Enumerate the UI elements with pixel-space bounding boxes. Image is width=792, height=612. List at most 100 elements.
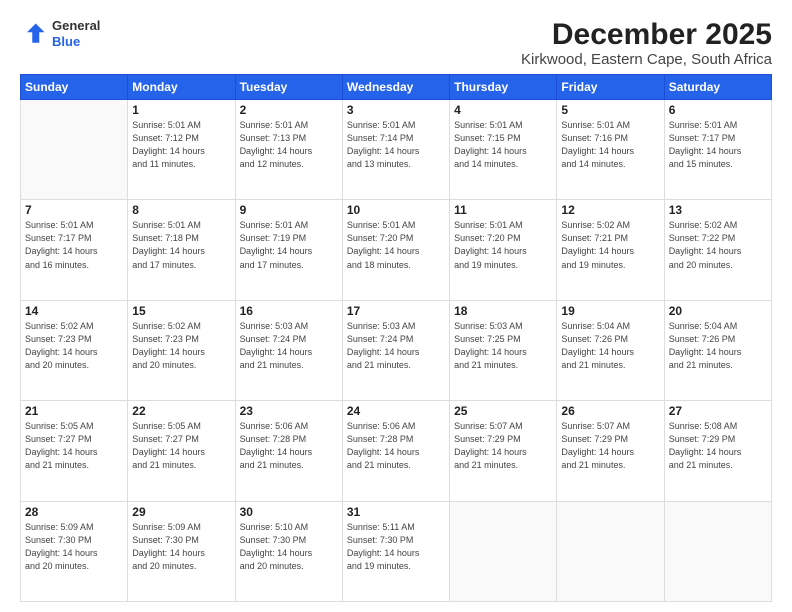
- day-info: Sunrise: 5:01 AM Sunset: 7:19 PM Dayligh…: [240, 219, 338, 271]
- day-number: 28: [25, 505, 123, 519]
- logo-text: General Blue: [52, 18, 100, 49]
- calendar-week-3: 14 Sunrise: 5:02 AM Sunset: 7:23 PM Dayli…: [21, 300, 772, 400]
- calendar-cell: 25 Sunrise: 5:07 AM Sunset: 7:29 PM Dayli…: [450, 401, 557, 501]
- day-info: Sunrise: 5:01 AM Sunset: 7:12 PM Dayligh…: [132, 119, 230, 171]
- calendar-cell: 26 Sunrise: 5:07 AM Sunset: 7:29 PM Dayli…: [557, 401, 664, 501]
- day-number: 18: [454, 304, 552, 318]
- day-info: Sunrise: 5:05 AM Sunset: 7:27 PM Dayligh…: [132, 420, 230, 472]
- day-info: Sunrise: 5:07 AM Sunset: 7:29 PM Dayligh…: [561, 420, 659, 472]
- calendar-cell: 13 Sunrise: 5:02 AM Sunset: 7:22 PM Dayli…: [664, 200, 771, 300]
- day-number: 26: [561, 404, 659, 418]
- logo-blue: Blue: [52, 34, 100, 50]
- calendar-week-2: 7 Sunrise: 5:01 AM Sunset: 7:17 PM Daylig…: [21, 200, 772, 300]
- day-number: 30: [240, 505, 338, 519]
- calendar-header-thursday: Thursday: [450, 75, 557, 100]
- day-number: 12: [561, 203, 659, 217]
- day-number: 31: [347, 505, 445, 519]
- calendar-cell: 21 Sunrise: 5:05 AM Sunset: 7:27 PM Dayli…: [21, 401, 128, 501]
- page-title: December 2025: [521, 18, 772, 51]
- day-info: Sunrise: 5:11 AM Sunset: 7:30 PM Dayligh…: [347, 521, 445, 573]
- page-subtitle: Kirkwood, Eastern Cape, South Africa: [521, 51, 772, 68]
- day-number: 15: [132, 304, 230, 318]
- day-number: 13: [669, 203, 767, 217]
- calendar-week-5: 28 Sunrise: 5:09 AM Sunset: 7:30 PM Dayli…: [21, 501, 772, 601]
- logo: General Blue: [20, 18, 100, 49]
- calendar-cell: 31 Sunrise: 5:11 AM Sunset: 7:30 PM Dayli…: [342, 501, 449, 601]
- day-info: Sunrise: 5:01 AM Sunset: 7:17 PM Dayligh…: [25, 219, 123, 271]
- day-number: 21: [25, 404, 123, 418]
- day-number: 16: [240, 304, 338, 318]
- day-number: 27: [669, 404, 767, 418]
- day-number: 25: [454, 404, 552, 418]
- day-info: Sunrise: 5:10 AM Sunset: 7:30 PM Dayligh…: [240, 521, 338, 573]
- calendar-cell: 27 Sunrise: 5:08 AM Sunset: 7:29 PM Dayli…: [664, 401, 771, 501]
- calendar-cell: [557, 501, 664, 601]
- day-info: Sunrise: 5:01 AM Sunset: 7:20 PM Dayligh…: [454, 219, 552, 271]
- calendar-cell: 4 Sunrise: 5:01 AM Sunset: 7:15 PM Daylig…: [450, 100, 557, 200]
- day-number: 10: [347, 203, 445, 217]
- day-info: Sunrise: 5:01 AM Sunset: 7:13 PM Dayligh…: [240, 119, 338, 171]
- day-number: 17: [347, 304, 445, 318]
- day-number: 3: [347, 103, 445, 117]
- calendar-cell: 14Sunrise: 5:02 AM Sunset: 7:23 PM Dayli…: [21, 300, 128, 400]
- logo-icon: [20, 20, 48, 48]
- day-number: 8: [132, 203, 230, 217]
- day-info: Sunrise: 5:03 AM Sunset: 7:24 PM Dayligh…: [347, 320, 445, 372]
- day-number: 4: [454, 103, 552, 117]
- calendar-cell: 16 Sunrise: 5:03 AM Sunset: 7:24 PM Dayli…: [235, 300, 342, 400]
- day-info: Sunrise: 5:02 AM Sunset: 7:23 PM Dayligh…: [132, 320, 230, 372]
- calendar-cell: 18 Sunrise: 5:03 AM Sunset: 7:25 PM Dayli…: [450, 300, 557, 400]
- day-info: Sunrise: 5:03 AM Sunset: 7:25 PM Dayligh…: [454, 320, 552, 372]
- calendar-cell: 19 Sunrise: 5:04 AM Sunset: 7:26 PM Dayli…: [557, 300, 664, 400]
- day-number: 11: [454, 203, 552, 217]
- calendar-cell: 10Sunrise: 5:01 AM Sunset: 7:20 PM Dayli…: [342, 200, 449, 300]
- day-info: Sunrise: 5:09 AM Sunset: 7:30 PM Dayligh…: [132, 521, 230, 573]
- day-info: Sunrise: 5:03 AM Sunset: 7:24 PM Dayligh…: [240, 320, 338, 372]
- calendar-cell: 30 Sunrise: 5:10 AM Sunset: 7:30 PM Dayli…: [235, 501, 342, 601]
- day-info: Sunrise: 5:08 AM Sunset: 7:29 PM Dayligh…: [669, 420, 767, 472]
- day-info: Sunrise: 5:05 AM Sunset: 7:27 PM Dayligh…: [25, 420, 123, 472]
- day-number: 19: [561, 304, 659, 318]
- calendar-cell: 6Sunrise: 5:01 AM Sunset: 7:17 PM Daylig…: [664, 100, 771, 200]
- day-info: Sunrise: 5:02 AM Sunset: 7:22 PM Dayligh…: [669, 219, 767, 271]
- calendar-cell: 3 Sunrise: 5:01 AM Sunset: 7:14 PM Daylig…: [342, 100, 449, 200]
- calendar-header-row: SundayMondayTuesdayWednesdayThursdayFrid…: [21, 75, 772, 100]
- calendar-header-saturday: Saturday: [664, 75, 771, 100]
- calendar-cell: 20Sunrise: 5:04 AM Sunset: 7:26 PM Dayli…: [664, 300, 771, 400]
- day-info: Sunrise: 5:04 AM Sunset: 7:26 PM Dayligh…: [561, 320, 659, 372]
- calendar-cell: 28Sunrise: 5:09 AM Sunset: 7:30 PM Dayli…: [21, 501, 128, 601]
- calendar-header-friday: Friday: [557, 75, 664, 100]
- day-info: Sunrise: 5:01 AM Sunset: 7:15 PM Dayligh…: [454, 119, 552, 171]
- day-info: Sunrise: 5:01 AM Sunset: 7:14 PM Dayligh…: [347, 119, 445, 171]
- calendar-cell: 15 Sunrise: 5:02 AM Sunset: 7:23 PM Dayli…: [128, 300, 235, 400]
- calendar-cell: 2Sunrise: 5:01 AM Sunset: 7:13 PM Daylig…: [235, 100, 342, 200]
- calendar-cell: 7 Sunrise: 5:01 AM Sunset: 7:17 PM Daylig…: [21, 200, 128, 300]
- day-number: 5: [561, 103, 659, 117]
- day-info: Sunrise: 5:02 AM Sunset: 7:21 PM Dayligh…: [561, 219, 659, 271]
- calendar-cell: 1Sunrise: 5:01 AM Sunset: 7:12 PM Daylig…: [128, 100, 235, 200]
- calendar-week-1: 1Sunrise: 5:01 AM Sunset: 7:12 PM Daylig…: [21, 100, 772, 200]
- calendar-cell: 11 Sunrise: 5:01 AM Sunset: 7:20 PM Dayli…: [450, 200, 557, 300]
- title-block: December 2025 Kirkwood, Eastern Cape, So…: [521, 18, 772, 68]
- calendar-cell: 9 Sunrise: 5:01 AM Sunset: 7:19 PM Daylig…: [235, 200, 342, 300]
- day-number: 14: [25, 304, 123, 318]
- calendar-cell: 5Sunrise: 5:01 AM Sunset: 7:16 PM Daylig…: [557, 100, 664, 200]
- calendar-cell: 24Sunrise: 5:06 AM Sunset: 7:28 PM Dayli…: [342, 401, 449, 501]
- calendar-header-monday: Monday: [128, 75, 235, 100]
- day-info: Sunrise: 5:07 AM Sunset: 7:29 PM Dayligh…: [454, 420, 552, 472]
- calendar-cell: [664, 501, 771, 601]
- calendar-week-4: 21 Sunrise: 5:05 AM Sunset: 7:27 PM Dayli…: [21, 401, 772, 501]
- calendar-cell: 29 Sunrise: 5:09 AM Sunset: 7:30 PM Dayli…: [128, 501, 235, 601]
- day-number: 22: [132, 404, 230, 418]
- day-number: 29: [132, 505, 230, 519]
- day-info: Sunrise: 5:06 AM Sunset: 7:28 PM Dayligh…: [240, 420, 338, 472]
- logo-general: General: [52, 18, 100, 34]
- calendar-cell: [21, 100, 128, 200]
- day-number: 23: [240, 404, 338, 418]
- calendar-header-wednesday: Wednesday: [342, 75, 449, 100]
- day-number: 9: [240, 203, 338, 217]
- calendar-cell: 12 Sunrise: 5:02 AM Sunset: 7:21 PM Dayli…: [557, 200, 664, 300]
- calendar-cell: 22 Sunrise: 5:05 AM Sunset: 7:27 PM Dayli…: [128, 401, 235, 501]
- calendar-header-tuesday: Tuesday: [235, 75, 342, 100]
- day-number: 7: [25, 203, 123, 217]
